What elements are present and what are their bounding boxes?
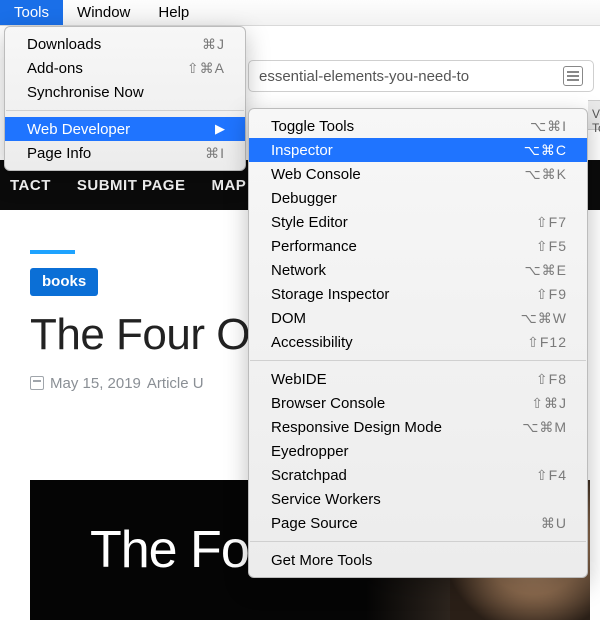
nav-contact[interactable]: TACT <box>10 177 51 194</box>
menu-addons[interactable]: Add-ons ⇧⌘A <box>5 56 245 80</box>
menu-accessibility-label: Accessibility <box>271 334 499 351</box>
menu-style-editor-shortcut: ⇧F7 <box>536 214 567 231</box>
menu-style-editor-label: Style Editor <box>271 214 508 231</box>
menu-dom-label: DOM <box>271 310 493 327</box>
menu-downloads[interactable]: Downloads ⌘J <box>5 32 245 56</box>
tab-label[interactable]: Veb To <box>592 107 600 135</box>
menu-responsive-design-label: Responsive Design Mode <box>271 419 494 436</box>
nav-submit[interactable]: SUBMIT PAGE <box>77 177 186 194</box>
article-date: May 15, 2019 <box>50 375 141 392</box>
menu-separator <box>6 110 244 111</box>
menu-downloads-shortcut: ⌘J <box>202 36 225 53</box>
menu-get-more-tools[interactable]: Get More Tools <box>249 548 587 572</box>
menu-webide[interactable]: WebIDE ⇧F8 <box>249 367 587 391</box>
submenu-chevron-icon: ▶ <box>215 121 225 137</box>
menu-webide-label: WebIDE <box>271 371 508 388</box>
menu-webide-shortcut: ⇧F8 <box>536 371 567 388</box>
menu-scratchpad-label: Scratchpad <box>271 467 508 484</box>
menu-network[interactable]: Network ⌥⌘E <box>249 258 587 282</box>
tab-strip: Veb To <box>588 100 600 130</box>
menu-accessibility-shortcut: ⇧F12 <box>527 334 567 351</box>
menu-page-source[interactable]: Page Source ⌘U <box>249 511 587 535</box>
menu-inspector-shortcut: ⌥⌘C <box>524 142 567 159</box>
menu-toggle-tools-shortcut: ⌥⌘I <box>530 118 567 135</box>
menu-browser-console-shortcut: ⇧⌘J <box>531 395 567 412</box>
address-bar[interactable]: essential-elements-you-need-to <box>248 60 594 92</box>
menu-style-editor[interactable]: Style Editor ⇧F7 <box>249 210 587 234</box>
menu-page-info-shortcut: ⌘I <box>205 145 225 162</box>
menu-storage-inspector-shortcut: ⇧F9 <box>536 286 567 303</box>
reader-mode-icon[interactable] <box>563 66 583 86</box>
menu-help[interactable]: Help <box>144 0 203 25</box>
menu-sync[interactable]: Synchronise Now <box>5 80 245 104</box>
menu-bar: Tools Window Help <box>0 0 600 26</box>
menu-performance-shortcut: ⇧F5 <box>536 238 567 255</box>
menu-web-console[interactable]: Web Console ⌥⌘K <box>249 162 587 186</box>
menu-scratchpad[interactable]: Scratchpad ⇧F4 <box>249 463 587 487</box>
menu-separator <box>250 360 586 361</box>
accent-bar <box>30 250 75 254</box>
menu-inspector-label: Inspector <box>271 142 496 159</box>
menu-responsive-design[interactable]: Responsive Design Mode ⌥⌘M <box>249 415 587 439</box>
menu-toggle-tools-label: Toggle Tools <box>271 118 502 135</box>
menu-page-info-label: Page Info <box>27 145 177 162</box>
category-tag[interactable]: books <box>30 268 98 296</box>
menu-browser-console[interactable]: Browser Console ⇧⌘J <box>249 391 587 415</box>
menu-page-source-label: Page Source <box>271 515 513 532</box>
menu-scratchpad-shortcut: ⇧F4 <box>536 467 567 484</box>
menu-web-developer[interactable]: Web Developer ▶ <box>5 117 245 141</box>
menu-accessibility[interactable]: Accessibility ⇧F12 <box>249 330 587 354</box>
article-meta-suffix: Article U <box>147 375 204 392</box>
menu-eyedropper-label: Eyedropper <box>271 443 567 460</box>
menu-page-source-shortcut: ⌘U <box>541 515 567 532</box>
menu-eyedropper[interactable]: Eyedropper <box>249 439 587 463</box>
web-developer-menu: Toggle Tools ⌥⌘I Inspector ⌥⌘C Web Console… <box>248 108 588 578</box>
menu-debugger[interactable]: Debugger <box>249 186 587 210</box>
menu-sync-label: Synchronise Now <box>27 84 225 101</box>
menu-separator <box>250 541 586 542</box>
menu-dom[interactable]: DOM ⌥⌘W <box>249 306 587 330</box>
menu-network-shortcut: ⌥⌘E <box>525 262 567 279</box>
nav-map[interactable]: MAP <box>211 177 246 194</box>
calendar-icon <box>30 376 44 390</box>
menu-browser-console-label: Browser Console <box>271 395 503 412</box>
menu-performance-label: Performance <box>271 238 508 255</box>
menu-tools[interactable]: Tools <box>0 0 63 25</box>
menu-dom-shortcut: ⌥⌘W <box>521 310 567 327</box>
menu-inspector[interactable]: Inspector ⌥⌘C <box>249 138 587 162</box>
tools-menu: Downloads ⌘J Add-ons ⇧⌘A Synchronise Now… <box>4 26 246 171</box>
menu-downloads-label: Downloads <box>27 36 174 53</box>
menu-get-more-tools-label: Get More Tools <box>271 552 567 569</box>
menu-toggle-tools[interactable]: Toggle Tools ⌥⌘I <box>249 114 587 138</box>
menu-performance[interactable]: Performance ⇧F5 <box>249 234 587 258</box>
menu-addons-label: Add-ons <box>27 60 159 77</box>
menu-web-console-shortcut: ⌥⌘K <box>525 166 567 183</box>
menu-storage-inspector-label: Storage Inspector <box>271 286 508 303</box>
menu-window[interactable]: Window <box>63 0 144 25</box>
address-bar-url: essential-elements-you-need-to <box>259 68 469 85</box>
menu-addons-shortcut: ⇧⌘A <box>187 60 225 77</box>
menu-service-workers[interactable]: Service Workers <box>249 487 587 511</box>
menu-page-info[interactable]: Page Info ⌘I <box>5 141 245 165</box>
menu-web-developer-label: Web Developer <box>27 121 215 138</box>
menu-storage-inspector[interactable]: Storage Inspector ⇧F9 <box>249 282 587 306</box>
menu-debugger-label: Debugger <box>271 190 567 207</box>
menu-responsive-design-shortcut: ⌥⌘M <box>522 419 567 436</box>
menu-network-label: Network <box>271 262 497 279</box>
menu-web-console-label: Web Console <box>271 166 497 183</box>
menu-service-workers-label: Service Workers <box>271 491 567 508</box>
